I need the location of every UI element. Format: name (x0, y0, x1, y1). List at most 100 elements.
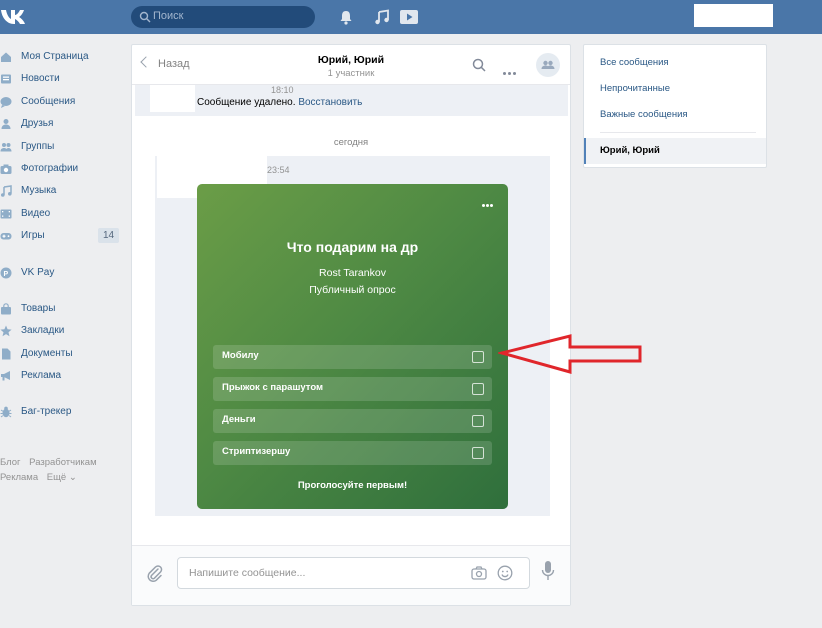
red-arrow-annotation (498, 334, 642, 374)
footer-link-developers[interactable]: Разработчикам (29, 457, 96, 468)
poll-option[interactable]: Прыжок с парашутом (213, 377, 492, 401)
nav-item-news[interactable]: Новости (0, 68, 125, 90)
message-placeholder: Напишите сообщение... (189, 567, 306, 579)
checkbox[interactable] (472, 415, 484, 427)
top-bar: Поиск (0, 0, 822, 34)
left-nav: Моя Страница Новости Сообщения Друзья Гр… (0, 46, 125, 424)
poll-option-label: Прыжок с парашутом (222, 382, 324, 393)
megaphone-icon (1, 371, 10, 381)
footer-link-ads[interactable]: Реклама (0, 472, 38, 483)
nav-item-label: VK Pay (21, 266, 55, 278)
nav-divider (0, 248, 125, 262)
filter-important[interactable]: Важные сообщения (600, 109, 688, 120)
checkbox[interactable] (472, 383, 484, 395)
play-icon[interactable] (399, 9, 419, 25)
paperclip-icon[interactable] (146, 565, 164, 583)
footer-link-more[interactable]: Ещё ⌄ (47, 472, 77, 483)
bell-icon[interactable] (338, 9, 354, 25)
nav-item-vkpay[interactable]: P VK Pay (0, 262, 125, 284)
poll-option[interactable]: Деньги (213, 409, 492, 433)
camera-icon[interactable] (471, 566, 487, 580)
poll-author[interactable]: Rost Tarankov (197, 267, 508, 279)
nav-item-label: Новости (21, 73, 60, 85)
footer-link-blog[interactable]: Блог (0, 457, 21, 468)
nav-item-video[interactable]: Видео (0, 203, 125, 225)
nav-item-label: Реклама (21, 370, 62, 382)
nav-item-label: Закладки (21, 325, 65, 337)
restore-link[interactable]: Восстановить (298, 97, 362, 108)
nav-item-label: Игры (21, 230, 45, 242)
chat-avatar[interactable] (536, 53, 560, 77)
gamepad-icon (0, 233, 12, 240)
chat-panel: Назад Юрий, Юрий 1 участник 18:10 Сообще… (131, 44, 571, 606)
search-icon (139, 11, 151, 23)
camera-icon (0, 164, 12, 174)
nav-item-goods[interactable]: Товары (0, 298, 125, 320)
group-icon (541, 60, 555, 69)
checkbox[interactable] (472, 447, 484, 459)
nav-item-label: Моя Страница (21, 51, 89, 62)
nav-item-photos[interactable]: Фотографии (0, 158, 125, 180)
nav-item-my-page[interactable]: Моя Страница (0, 46, 125, 68)
poll-option[interactable]: Мобилу (213, 345, 492, 369)
video-icon (0, 209, 12, 219)
nav-item-games[interactable]: Игры 14 (0, 225, 125, 247)
poll-option[interactable]: Стриптизершу (213, 441, 492, 465)
user-menu[interactable] (694, 4, 773, 27)
groups-icon (0, 142, 12, 152)
message-filters: Все сообщения Непрочитанные Важные сообщ… (583, 44, 767, 168)
nav-item-friends[interactable]: Друзья (0, 113, 125, 135)
poll-option-label: Стриптизершу (222, 446, 291, 457)
chat-header: Назад Юрий, Юрий 1 участник (132, 45, 570, 85)
music-icon[interactable] (374, 9, 390, 25)
deleted-notice: Сообщение удалено. Восстановить (197, 97, 362, 108)
search-icon[interactable] (472, 58, 486, 72)
active-conversation[interactable]: Юрий, Юрий (584, 138, 766, 164)
games-count-badge: 14 (98, 228, 120, 244)
music-icon (1, 185, 12, 198)
emoji-icon[interactable] (497, 565, 513, 581)
vkpay-icon: P (0, 267, 12, 279)
nav-item-documents[interactable]: Документы (0, 343, 125, 365)
nav-item-label: Музыка (21, 185, 57, 197)
nav-item-messages[interactable]: Сообщения (0, 91, 125, 113)
nav-item-groups[interactable]: Группы (0, 136, 125, 158)
poll-title: Что подарим на др (286, 239, 419, 255)
nav-item-label: Друзья (21, 118, 54, 130)
poll-type: Публичный опрос (309, 284, 396, 296)
nav-item-bookmarks[interactable]: Закладки (0, 320, 125, 342)
svg-text:P: P (4, 271, 9, 278)
nav-item-music[interactable]: Музыка (0, 180, 125, 202)
poll-card: Что подарим на др Rost Tarankov Публичны… (197, 184, 508, 509)
messages-icon (0, 96, 12, 108)
document-icon (2, 348, 11, 360)
nav-divider (0, 387, 125, 401)
search-input[interactable]: Поиск (131, 6, 315, 28)
vk-logo-icon[interactable] (0, 7, 28, 27)
nav-divider (0, 284, 125, 298)
nav-item-label: Сообщения (21, 95, 76, 107)
footer-links: Блог Разработчикам Реклама Ещё ⌄ (0, 455, 125, 485)
nav-item-label: Видео (21, 207, 51, 219)
message-time: 23:54 (267, 165, 290, 175)
poll-menu-icon[interactable] (481, 196, 493, 210)
filter-all-messages[interactable]: Все сообщения (600, 57, 669, 68)
poll-option-label: Деньги (222, 414, 256, 425)
more-options-icon[interactable] (503, 64, 518, 78)
nav-item-label: Документы (21, 347, 73, 359)
poll-message: 23:54 Что подарим на др Rost Tarankov Пу… (155, 156, 550, 516)
nav-item-label: Фотографии (21, 162, 79, 174)
nav-item-ads[interactable]: Реклама (0, 365, 125, 387)
microphone-icon[interactable] (541, 560, 555, 582)
poll-option-label: Мобилу (222, 350, 259, 361)
nav-item-bugtracker[interactable]: Баг-трекер (0, 401, 125, 423)
nav-item-label: Баг-трекер (21, 406, 72, 418)
active-conversation-label: Юрий, Юрий (600, 145, 660, 156)
message-time: 18:10 (271, 85, 294, 95)
filter-unread[interactable]: Непрочитанные (600, 83, 670, 94)
divider (600, 132, 756, 133)
checkbox[interactable] (472, 351, 484, 363)
avatar (150, 85, 195, 112)
message-input[interactable]: Напишите сообщение... (177, 557, 530, 589)
nav-item-label: Товары (21, 302, 56, 314)
